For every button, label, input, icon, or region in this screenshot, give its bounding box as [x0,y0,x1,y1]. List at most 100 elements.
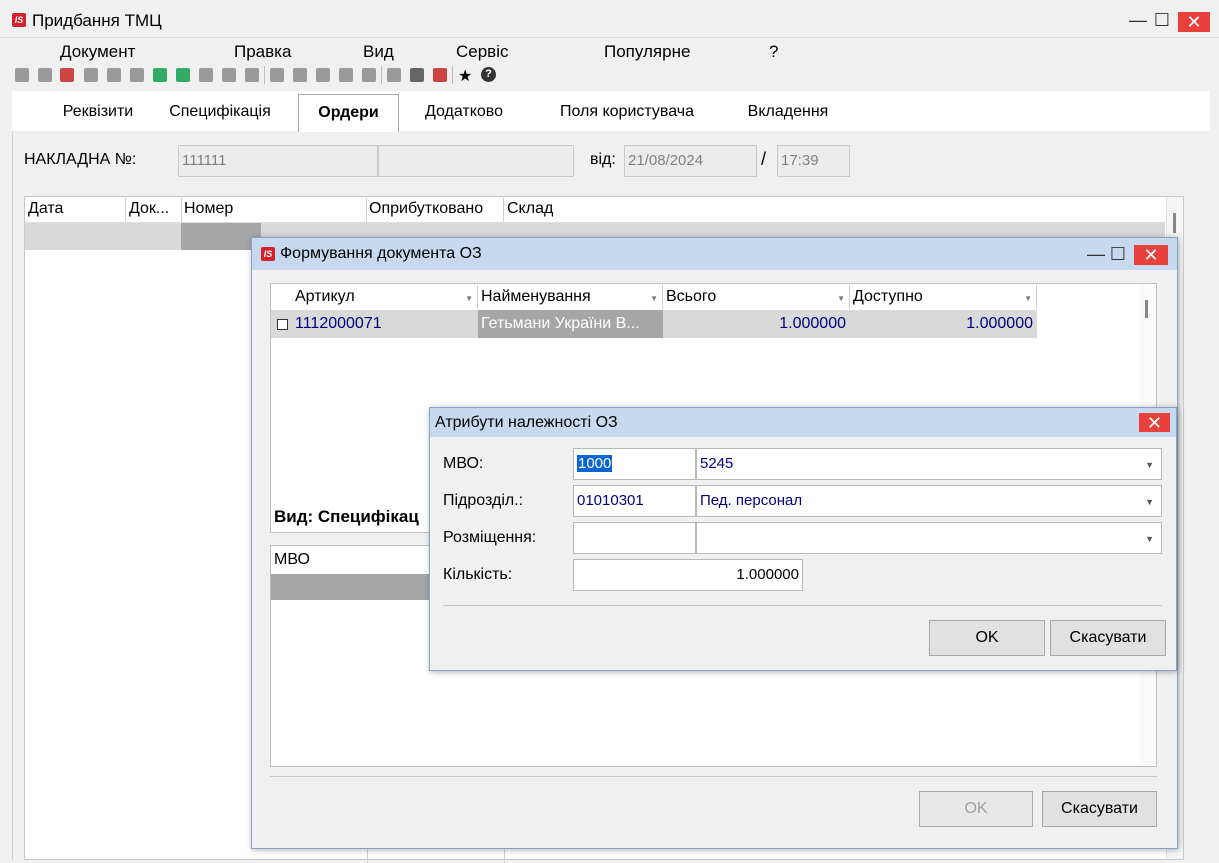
maximize-icon[interactable]: ☐ [1152,10,1172,30]
col-divider [367,848,368,863]
chevron-down-icon: ▼ [1145,460,1154,470]
document-icon[interactable] [130,68,144,82]
col-warehouse[interactable]: Склад [507,200,553,218]
os-ok-button[interactable]: OK [919,791,1033,827]
os-dialog-title: Формування документа ОЗ [280,245,482,262]
toolbar-separator [452,66,453,84]
selected-cell[interactable] [181,223,261,250]
col-name[interactable]: Найменування ▼ [478,285,663,309]
col-date[interactable]: Дата [28,200,63,218]
chevron-down-icon: ▼ [1145,497,1154,507]
close-icon[interactable]: ✕ [1178,12,1210,32]
tab-requisites[interactable]: Реквізити [28,96,168,130]
os-dialog-title-bar: IS Формування документа ОЗ — ☐ ✕ [252,238,1177,270]
dept-select[interactable]: Пед. персонал ▼ [696,485,1162,517]
col-number[interactable]: Номер [184,200,233,218]
col-divider [504,848,505,863]
col-available[interactable]: Доступно ▼ [850,285,1037,309]
tab-attachments[interactable]: Вкладення [735,96,841,130]
row-checkbox[interactable] [277,319,288,330]
date-field[interactable]: 21/08/2024 [624,145,757,177]
delete-icon[interactable] [60,68,74,82]
attr-ok-button[interactable]: OK [929,620,1045,656]
debit-credit-icon[interactable] [153,68,167,82]
col-mvo[interactable]: МВО [274,551,310,569]
close-icon[interactable]: ✕ [1139,413,1170,433]
attr-dialog-title: Атрибути належності ОЗ [435,414,618,431]
col-doc[interactable]: Док... [129,200,169,218]
create-copy-icon[interactable] [38,68,52,82]
create-icon[interactable] [15,68,29,82]
print-icon[interactable] [222,68,236,82]
window-title: Придбання ТМЦ [32,11,162,30]
cell-available: 1.000000 [966,315,1033,332]
entries-icon[interactable] [199,68,213,82]
chevron-down-icon: ▼ [1145,534,1154,544]
help-icon[interactable]: ? [481,67,496,82]
col-article[interactable]: Артикул ▼ [292,285,478,309]
export-icon[interactable] [245,68,259,82]
invoice-number-label: НАКЛАДНА №: [24,151,137,168]
mvo-select[interactable]: 5245 ▼ [696,448,1162,480]
debit-credit-check-icon[interactable] [176,68,190,82]
os-cancel-button[interactable]: Скасувати [1042,791,1157,827]
grid-icon[interactable] [387,68,401,82]
date-time-separator: / [761,149,767,169]
menu-document[interactable]: Документ [60,42,135,62]
view-label: Вид: Специфікац [274,507,419,526]
toolbar-separator [381,66,382,84]
placement-code-input[interactable] [573,522,696,554]
menu-service[interactable]: Сервіс [456,42,509,62]
cell-article: 1112000071 [295,315,382,332]
maximize-icon[interactable]: ☐ [1108,244,1128,264]
tab-orders[interactable]: Ордери [298,94,399,132]
message-icon[interactable] [316,68,330,82]
paste-icon[interactable] [107,68,121,82]
col-divider [125,198,126,222]
filter-icon[interactable] [410,68,424,82]
menu-view[interactable]: Вид [363,42,394,62]
date-label: від: [590,151,616,168]
menu-edit[interactable]: Правка [234,42,291,62]
col-total[interactable]: Всього ▼ [663,285,850,309]
copy-icon[interactable] [84,68,98,82]
col-posted[interactable]: Оприбутковано [369,200,483,218]
app-logo-icon: IS [12,13,26,27]
quantity-label: Кількість: [443,566,513,583]
toolbar-separator [264,66,265,84]
col-divider [181,198,182,222]
invoice-extra-field[interactable] [378,145,574,177]
close-icon[interactable]: ✕ [1134,245,1168,265]
menu-help[interactable]: ? [769,42,778,62]
cell-total: 1.000000 [779,315,846,332]
view-icon[interactable] [270,68,284,82]
time-field[interactable]: 17:39 [777,145,850,177]
placement-label: Розміщення: [443,529,537,546]
dept-code-input[interactable]: 01010301 [573,485,696,517]
link-icon[interactable] [339,68,353,82]
col-divider [503,198,504,222]
col-divider [366,198,367,222]
quantity-input[interactable]: 1.000000 [573,559,803,591]
menu-popular[interactable]: Популярне [604,42,690,62]
invoice-number-field[interactable]: 111111 [178,145,378,177]
tab-specification[interactable]: Специфікація [155,96,285,130]
attr-cancel-button[interactable]: Скасувати [1050,620,1166,656]
clear-filter-icon[interactable] [433,68,447,82]
tab-user-fields[interactable]: Поля користувача [544,96,710,130]
dept-label: Підрозділ.: [443,492,524,509]
divider [443,605,1162,606]
minimize-icon[interactable]: — [1086,244,1106,264]
tab-additional[interactable]: Додатково [412,96,516,130]
minimize-icon[interactable]: — [1128,10,1148,30]
main-title-bar: IS Придбання ТМЦ — ☐ ✕ [0,0,1219,38]
tree-icon[interactable] [362,68,376,82]
mvo-code-input[interactable]: 1000 [573,448,696,480]
mvo-label: МВО: [443,455,484,472]
app-logo-icon: IS [261,247,275,261]
comment-icon[interactable] [293,68,307,82]
cell-name: Гетьмани України В... [478,310,663,338]
star-icon[interactable]: ★ [458,66,472,86]
divider [270,776,1157,777]
placement-select[interactable]: ▼ [696,522,1162,554]
